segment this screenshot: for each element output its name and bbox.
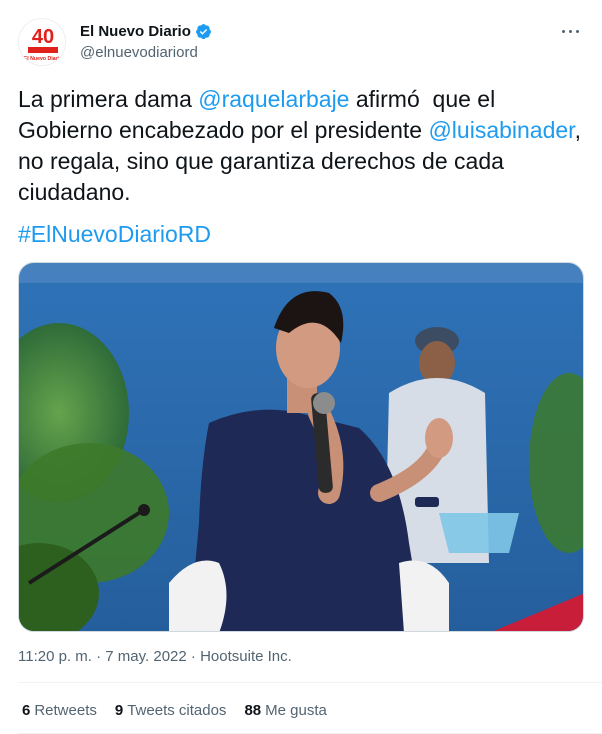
retweets-stat[interactable]: 6 Retweets (22, 702, 97, 719)
retweets-label: Retweets (34, 702, 97, 719)
tweet-date[interactable]: 7 may. 2022 (105, 648, 186, 665)
retweets-count: 6 (22, 702, 31, 719)
tweet-text: La primera dama @raquelarbaje afirmó que… (18, 84, 588, 208)
account-avatar[interactable]: 40 El Nuevo Diario (18, 18, 66, 66)
tweet-meta: 11:20 p. m. · 7 may. 2022 · Hootsuite In… (18, 648, 292, 665)
likes-label: Me gusta (265, 702, 327, 719)
mention-raquelarbaje[interactable]: @raquelarbaje (198, 86, 349, 112)
tweet-time[interactable]: 11:20 p. m. (18, 648, 92, 665)
photo-illustration (19, 263, 583, 631)
quotes-count: 9 (114, 702, 124, 719)
verified-badge-icon (195, 24, 211, 40)
meta-separator-2: · (186, 648, 201, 665)
hashtag-link[interactable]: #ElNuevoDiarioRD (18, 219, 211, 250)
logo-text: El Nuevo Diario (24, 56, 62, 62)
likes-count: 88 (244, 702, 262, 719)
quotes-stat[interactable]: 9 Tweets citados (115, 702, 227, 719)
tweet-text-part-1: La primera dama (18, 86, 199, 112)
quotes-label: Tweets citados (127, 702, 227, 719)
tweet-stats: 6 Retweets 9 Tweets citados 88 Me gusta (22, 702, 327, 719)
mention-luisabinader[interactable]: @luisabinader (428, 117, 574, 143)
tweet-photo[interactable] (18, 262, 584, 632)
more-horizontal-icon[interactable] (560, 22, 582, 40)
meta-separator-1: · (91, 648, 106, 665)
tweet-source[interactable]: Hootsuite Inc. (200, 648, 292, 665)
account-handle[interactable]: @elnuevodiariord (80, 44, 198, 61)
account-name[interactable]: El Nuevo Diario (80, 23, 191, 40)
likes-stat[interactable]: 88 Me gusta (244, 702, 326, 719)
logo-number: 40 (32, 26, 54, 48)
logo-icon: 40 El Nuevo Diario (19, 19, 65, 65)
divider (18, 682, 602, 683)
tweet-header: 40 El Nuevo Diario El Nuevo Diario @elnu… (18, 18, 588, 68)
name-row: El Nuevo Diario (80, 23, 212, 40)
